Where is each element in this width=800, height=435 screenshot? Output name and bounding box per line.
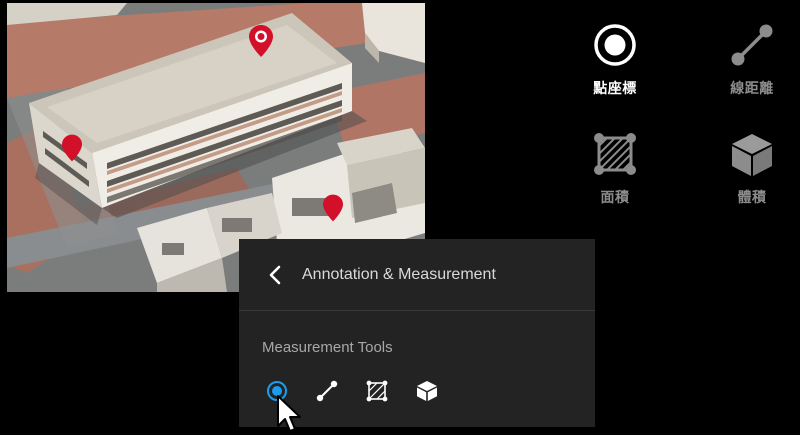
mini-tool-area[interactable] — [365, 379, 389, 403]
tool-label: 線距離 — [730, 81, 774, 97]
tool-label: 面積 — [600, 190, 630, 206]
point-marker-icon — [267, 381, 287, 401]
mini-tool-point[interactable] — [265, 379, 289, 403]
tool-point-coordinate[interactable]: 點座標 — [565, 22, 665, 98]
annotation-measurement-panel: Annotation & Measurement Measurement Too… — [239, 239, 595, 427]
point-marker-icon — [594, 24, 636, 66]
tool-label: 體積 — [737, 190, 767, 206]
tool-area[interactable]: 面積 — [565, 131, 665, 207]
area-polygon-icon — [594, 133, 636, 175]
line-distance-icon — [731, 24, 773, 66]
volume-cube-icon — [417, 381, 437, 401]
section-label: Measurement Tools — [262, 339, 393, 356]
chevron-left-icon — [269, 265, 281, 284]
location-pin-icon[interactable] — [323, 194, 343, 222]
panel-title: Annotation & Measurement — [302, 265, 496, 283]
tool-volume[interactable]: 體積 — [702, 131, 800, 207]
measurement-tools-row — [265, 379, 465, 403]
mini-tool-line[interactable] — [315, 379, 339, 403]
area-polygon-icon — [366, 380, 388, 402]
tool-label: 點座標 — [593, 81, 637, 97]
back-button[interactable] — [261, 261, 289, 289]
tool-line-distance[interactable]: 線距離 — [702, 22, 800, 98]
location-pin-icon[interactable] — [62, 134, 82, 162]
volume-cube-icon — [732, 134, 772, 176]
panel-header: Annotation & Measurement — [239, 239, 595, 311]
mini-tool-volume[interactable] — [415, 379, 439, 403]
line-distance-icon — [316, 380, 338, 402]
location-pin-icon[interactable] — [249, 25, 273, 57]
